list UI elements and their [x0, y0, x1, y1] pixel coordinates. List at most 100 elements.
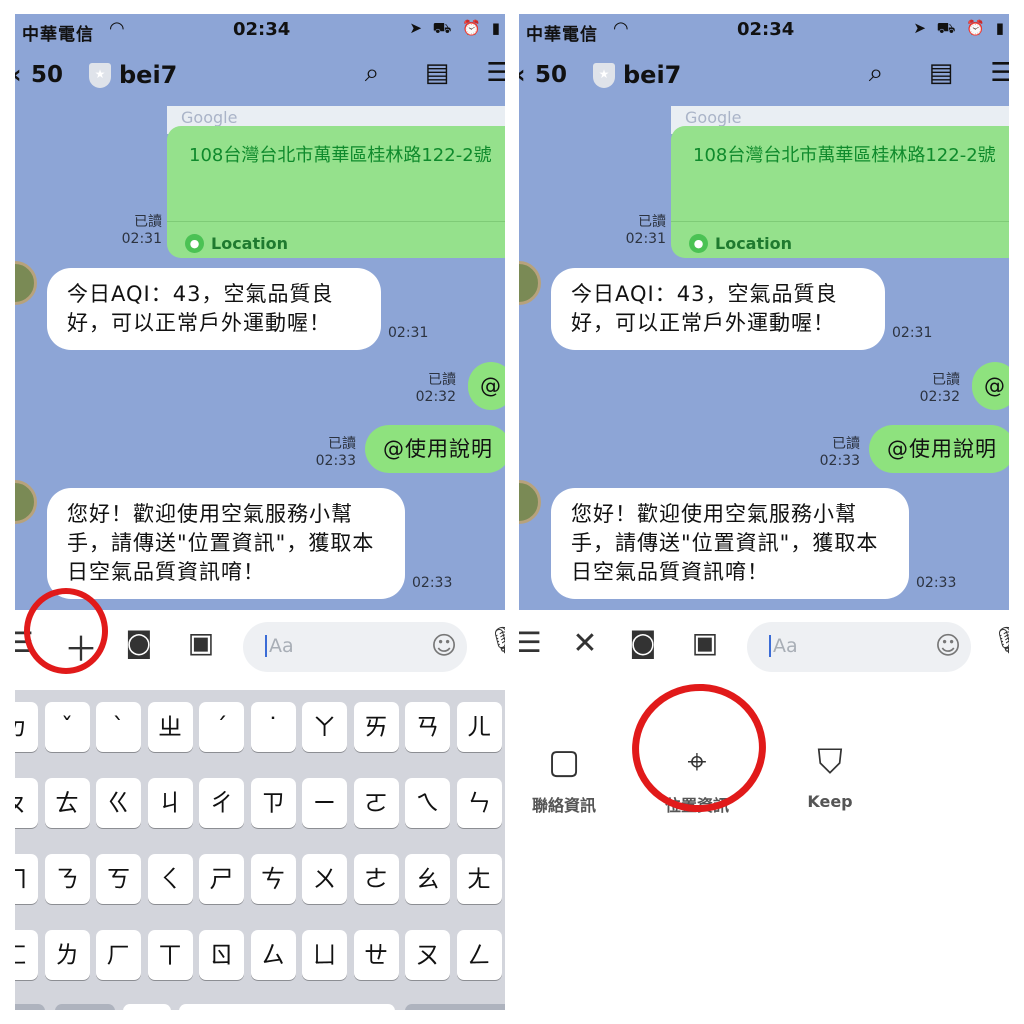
key[interactable]: ㄇ [15, 854, 38, 904]
keep-label: Keep [807, 792, 853, 811]
chat-title[interactable]: bei7 [623, 61, 681, 89]
message-input[interactable]: Aa ☺ [747, 622, 971, 672]
bot-message-welcome: 您好！歡迎使用空氣服務小幫手，請傳送"位置資訊"，獲取本日空氣品質資訊唷！ [551, 488, 909, 599]
key[interactable]: ㄑ [147, 854, 193, 904]
shield-icon: ★ [89, 63, 111, 88]
key[interactable]: ㄟ [405, 778, 450, 828]
key[interactable]: ㄩ [302, 930, 347, 980]
chat-header: ‹ 50 ★ bei7 ⌕ ▤ ☰ [15, 48, 505, 106]
notes-icon[interactable]: ▤ [924, 58, 958, 88]
status-time: 02:34 [737, 19, 795, 40]
key[interactable]: ㄊ [44, 778, 90, 828]
read-receipt: 已讀 02:32 [415, 372, 456, 405]
map-watermark: Google [181, 108, 238, 127]
unread-count[interactable]: 50 [31, 62, 63, 88]
key[interactable]: ㄢ [405, 702, 450, 752]
location-label: Location [715, 234, 792, 253]
numbers-key[interactable]: 123 [15, 1004, 45, 1010]
close-icon[interactable]: ✕ [565, 626, 605, 661]
map-watermark: Google [685, 108, 742, 127]
user-message-help: @使用說明 [869, 425, 1009, 473]
bot-avatar[interactable] [519, 480, 541, 524]
key[interactable]: ㄕ [199, 854, 244, 904]
menu-icon[interactable]: ☰ [985, 58, 1009, 88]
status-time: 02:34 [233, 19, 291, 40]
bookmark-icon: ⛉ [817, 742, 843, 782]
search-icon[interactable]: ⌕ [355, 58, 389, 89]
key[interactable]: ㄜ [353, 854, 399, 904]
location-pin-icon: ● [185, 234, 204, 253]
space-key[interactable]: 空格 [179, 1004, 395, 1010]
camera-icon[interactable]: ◙ [623, 626, 663, 659]
key[interactable]: ㄍ [96, 778, 141, 828]
key[interactable]: ㄥ [456, 930, 502, 980]
back-icon[interactable]: ‹ [15, 60, 22, 90]
key[interactable]: ㄦ [456, 702, 502, 752]
key[interactable]: ㄙ [250, 930, 296, 980]
message-time: 02:31 [388, 325, 429, 341]
key[interactable]: ˇ [44, 702, 90, 752]
message-time: 02:33 [412, 575, 453, 591]
image-icon[interactable]: ▣ [181, 626, 221, 659]
back-icon[interactable]: ‹ [519, 60, 526, 90]
key[interactable]: ㄉ [15, 702, 38, 752]
key[interactable]: ˊ [199, 702, 244, 752]
emoji-icon[interactable]: ☺ [431, 631, 457, 660]
emoji-icon[interactable]: ☺ [935, 631, 961, 660]
key[interactable]: ㄖ [199, 930, 244, 980]
input-bar: ☰ ✕ ◙ ▣ Aa ☺ 🎙 [519, 610, 1009, 690]
menu-icon[interactable]: ☰ [519, 626, 549, 659]
key[interactable]: ㄎ [96, 854, 141, 904]
key[interactable]: ㄈ [15, 930, 38, 980]
location-card[interactable]: 108台灣台北市萬華區桂林路122-2號 ● Location › [167, 126, 505, 258]
key[interactable]: ㄨ [302, 854, 347, 904]
chat-screen-right: Google 中華電信 ◠ 02:34 ➤ ⛟ ⏰ ▮ ‹ 50 ★ bei7 … [519, 14, 1009, 1010]
return-key[interactable]: 換行 [405, 1004, 505, 1010]
key[interactable]: ㄧ [302, 778, 347, 828]
status-icons: ➤ ⛟ ⏰ ▮ [913, 19, 1007, 37]
key[interactable]: ㄡ [405, 930, 450, 980]
menu-icon[interactable]: ☰ [481, 58, 505, 88]
notes-icon[interactable]: ▤ [420, 58, 454, 88]
key[interactable]: ㄗ [250, 778, 296, 828]
key[interactable]: ㄣ [456, 778, 502, 828]
globe-icon[interactable]: ◍ [55, 1004, 115, 1010]
key[interactable]: ㄒ [147, 930, 193, 980]
key[interactable]: ㄐ [147, 778, 193, 828]
microphone-icon[interactable]: 🎙 [487, 626, 505, 656]
camera-icon[interactable]: ◙ [119, 626, 159, 659]
key[interactable]: ㄆ [15, 778, 38, 828]
bopomofo-keyboard: ㄉ ˇ ˋ ㄓ ˊ ˙ ㄚㄞㄢㄦㄆㄊㄍㄐㄔㄗㄧㄛㄟㄣㄇㄋㄎㄑㄕㄘㄨㄜㄠㄤㄈㄌㄏㄒㄖㄙㄩㄝㄡㄥ… [15, 690, 505, 1010]
key[interactable]: ㄘ [250, 854, 296, 904]
bot-avatar[interactable] [15, 480, 37, 524]
input-placeholder: Aa [265, 635, 294, 657]
message-time: 02:31 [892, 325, 933, 341]
dictation-icon[interactable]: 🎤 [123, 1004, 171, 1010]
key[interactable]: ㄚ [302, 702, 347, 752]
keep-option[interactable]: ⛉ Keep [775, 740, 885, 811]
key[interactable]: ㄞ [353, 702, 399, 752]
key[interactable]: ㄔ [199, 778, 244, 828]
microphone-icon[interactable]: 🎙 [991, 626, 1009, 656]
location-card[interactable]: 108台灣台北市萬華區桂林路122-2號 ● Location › [671, 126, 1009, 258]
status-bar: 中華電信 ◠ 02:34 ➤ ⛟ ⏰ ▮ [519, 14, 1009, 48]
search-icon[interactable]: ⌕ [859, 58, 893, 89]
unread-count[interactable]: 50 [535, 62, 567, 88]
key[interactable]: ㄤ [456, 854, 502, 904]
status-bar: 中華電信 ◠ 02:34 ➤ ⛟ ⏰ ▮ [15, 14, 505, 48]
bot-avatar[interactable] [519, 261, 541, 305]
contact-info-option[interactable]: ▢ 聯絡資訊 [519, 740, 619, 816]
key[interactable]: ㄠ [405, 854, 450, 904]
key[interactable]: ㄏ [96, 930, 141, 980]
key[interactable]: ˋ [96, 702, 141, 752]
message-input[interactable]: Aa ☺ [243, 622, 467, 672]
image-icon[interactable]: ▣ [685, 626, 725, 659]
key[interactable]: ㄓ [147, 702, 193, 752]
key[interactable]: ㄛ [353, 778, 399, 828]
bot-avatar[interactable] [15, 261, 37, 305]
chat-title[interactable]: bei7 [119, 61, 177, 89]
key[interactable]: ㄝ [353, 930, 399, 980]
key[interactable]: ㄋ [44, 854, 90, 904]
key[interactable]: ㄌ [44, 930, 90, 980]
key[interactable]: ˙ [250, 702, 296, 752]
